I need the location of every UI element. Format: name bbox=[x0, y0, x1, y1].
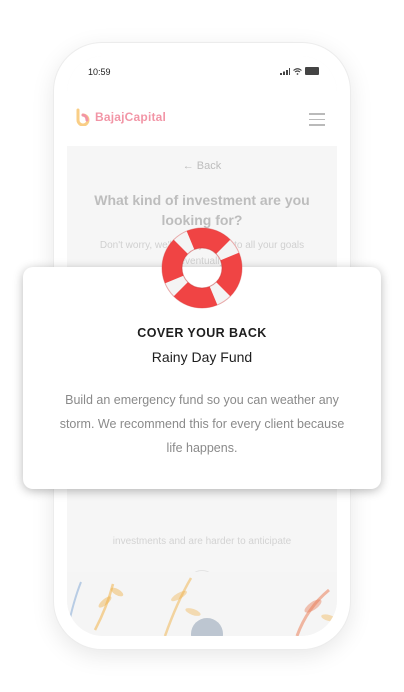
status-icons bbox=[280, 67, 319, 75]
modal-description: Build an emergency fund so you can weath… bbox=[59, 393, 345, 455]
option-description: investments and are harder to anticipate bbox=[112, 536, 292, 547]
question-heading: What kind of investment are you looking … bbox=[94, 192, 310, 228]
lifebuoy-icon bbox=[161, 227, 243, 309]
hamburger-menu-icon[interactable] bbox=[309, 113, 325, 126]
signal-icon bbox=[280, 67, 290, 75]
modal-kicker: COVER YOUR BACK bbox=[137, 326, 267, 340]
leaf-illustration bbox=[67, 572, 337, 636]
status-bar: 10:59 bbox=[67, 56, 337, 92]
battery-icon bbox=[305, 67, 319, 75]
back-link[interactable]: ← Back bbox=[67, 160, 337, 172]
status-time: 10:59 bbox=[88, 67, 111, 77]
brand-logo[interactable]: BajajCapital bbox=[73, 108, 166, 126]
wifi-icon bbox=[293, 67, 302, 75]
modal-title: Rainy Day Fund bbox=[151, 349, 253, 365]
brand-logo-icon bbox=[76, 108, 90, 126]
app-header: BajajCapital bbox=[67, 92, 337, 147]
brand-name: BajajCapital bbox=[95, 110, 167, 124]
